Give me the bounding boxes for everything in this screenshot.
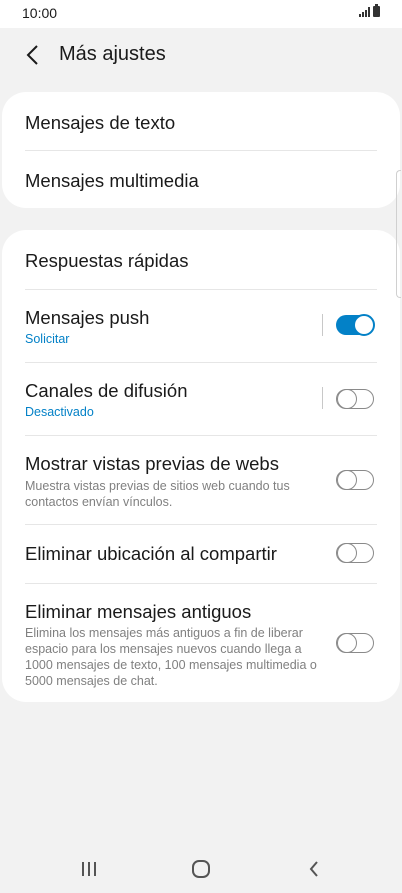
battery-icon bbox=[373, 4, 380, 17]
multimedia-messages-label: Mensajes multimedia bbox=[25, 170, 199, 191]
broadcast-channels-toggle[interactable] bbox=[336, 388, 374, 409]
push-messages-label: Mensajes push bbox=[25, 307, 150, 328]
home-icon bbox=[192, 860, 210, 878]
push-messages-status: Solicitar bbox=[25, 332, 70, 346]
delete-old-messages-toggle[interactable] bbox=[336, 632, 374, 653]
page-title: Más ajustes bbox=[59, 43, 166, 65]
camera-notch bbox=[138, 0, 264, 22]
recents-icon bbox=[82, 862, 96, 876]
vertical-separator bbox=[322, 314, 323, 336]
home-button[interactable] bbox=[186, 854, 216, 884]
remove-location-toggle[interactable] bbox=[336, 542, 374, 563]
nav-back-icon bbox=[309, 861, 318, 877]
delete-old-messages-label: Eliminar mensajes antiguos bbox=[25, 601, 252, 622]
delete-old-messages-description: Elimina los mensajes más antiguos a fin … bbox=[25, 626, 317, 688]
text-messages-item[interactable]: Mensajes de texto bbox=[2, 92, 400, 150]
push-messages-toggle[interactable] bbox=[336, 314, 375, 336]
app-header: Más ajustes bbox=[0, 28, 402, 84]
text-messages-label: Mensajes de texto bbox=[25, 112, 176, 133]
navigation-bar bbox=[0, 840, 402, 893]
toggle-knob bbox=[337, 542, 357, 563]
status-icons bbox=[359, 4, 380, 17]
delete-old-messages-item[interactable]: Eliminar mensajes antiguos Elimina los m… bbox=[2, 584, 400, 702]
toggle-knob bbox=[337, 388, 357, 409]
web-preview-toggle[interactable] bbox=[336, 469, 374, 490]
broadcast-channels-label: Canales de difusión bbox=[25, 380, 188, 401]
push-messages-item[interactable]: Mensajes push Solicitar bbox=[2, 290, 400, 362]
broadcast-channels-status: Desactivado bbox=[25, 405, 94, 419]
quick-replies-label: Respuestas rápidas bbox=[25, 250, 189, 271]
broadcast-channels-item[interactable]: Canales de difusión Desactivado bbox=[2, 363, 400, 435]
multimedia-messages-item[interactable]: Mensajes multimedia bbox=[2, 151, 400, 208]
status-bar: 10:00 bbox=[0, 0, 402, 28]
back-button[interactable] bbox=[18, 40, 48, 70]
web-preview-label: Mostrar vistas previas de webs bbox=[25, 453, 279, 474]
status-time: 10:00 bbox=[22, 5, 58, 21]
quick-replies-item[interactable]: Respuestas rápidas bbox=[2, 230, 400, 289]
nav-back-button[interactable] bbox=[299, 854, 329, 884]
remove-location-item[interactable]: Eliminar ubicación al compartir bbox=[2, 525, 400, 583]
toggle-knob bbox=[337, 469, 357, 490]
settings-group-messages: Mensajes de texto Mensajes multimedia bbox=[2, 92, 400, 208]
recents-button[interactable] bbox=[74, 854, 104, 884]
toggle-knob bbox=[353, 314, 375, 336]
remove-location-label: Eliminar ubicación al compartir bbox=[25, 543, 277, 564]
web-preview-description: Muestra vistas previas de sitios web cua… bbox=[25, 479, 290, 509]
settings-group-advanced: Respuestas rápidas Mensajes push Solicit… bbox=[2, 230, 400, 702]
web-preview-item[interactable]: Mostrar vistas previas de webs Muestra v… bbox=[2, 436, 400, 524]
signal-icon bbox=[359, 7, 370, 17]
toggle-knob bbox=[337, 632, 357, 653]
back-arrow-icon bbox=[26, 45, 38, 65]
scroll-indicator[interactable] bbox=[396, 170, 401, 298]
vertical-separator bbox=[322, 387, 323, 409]
